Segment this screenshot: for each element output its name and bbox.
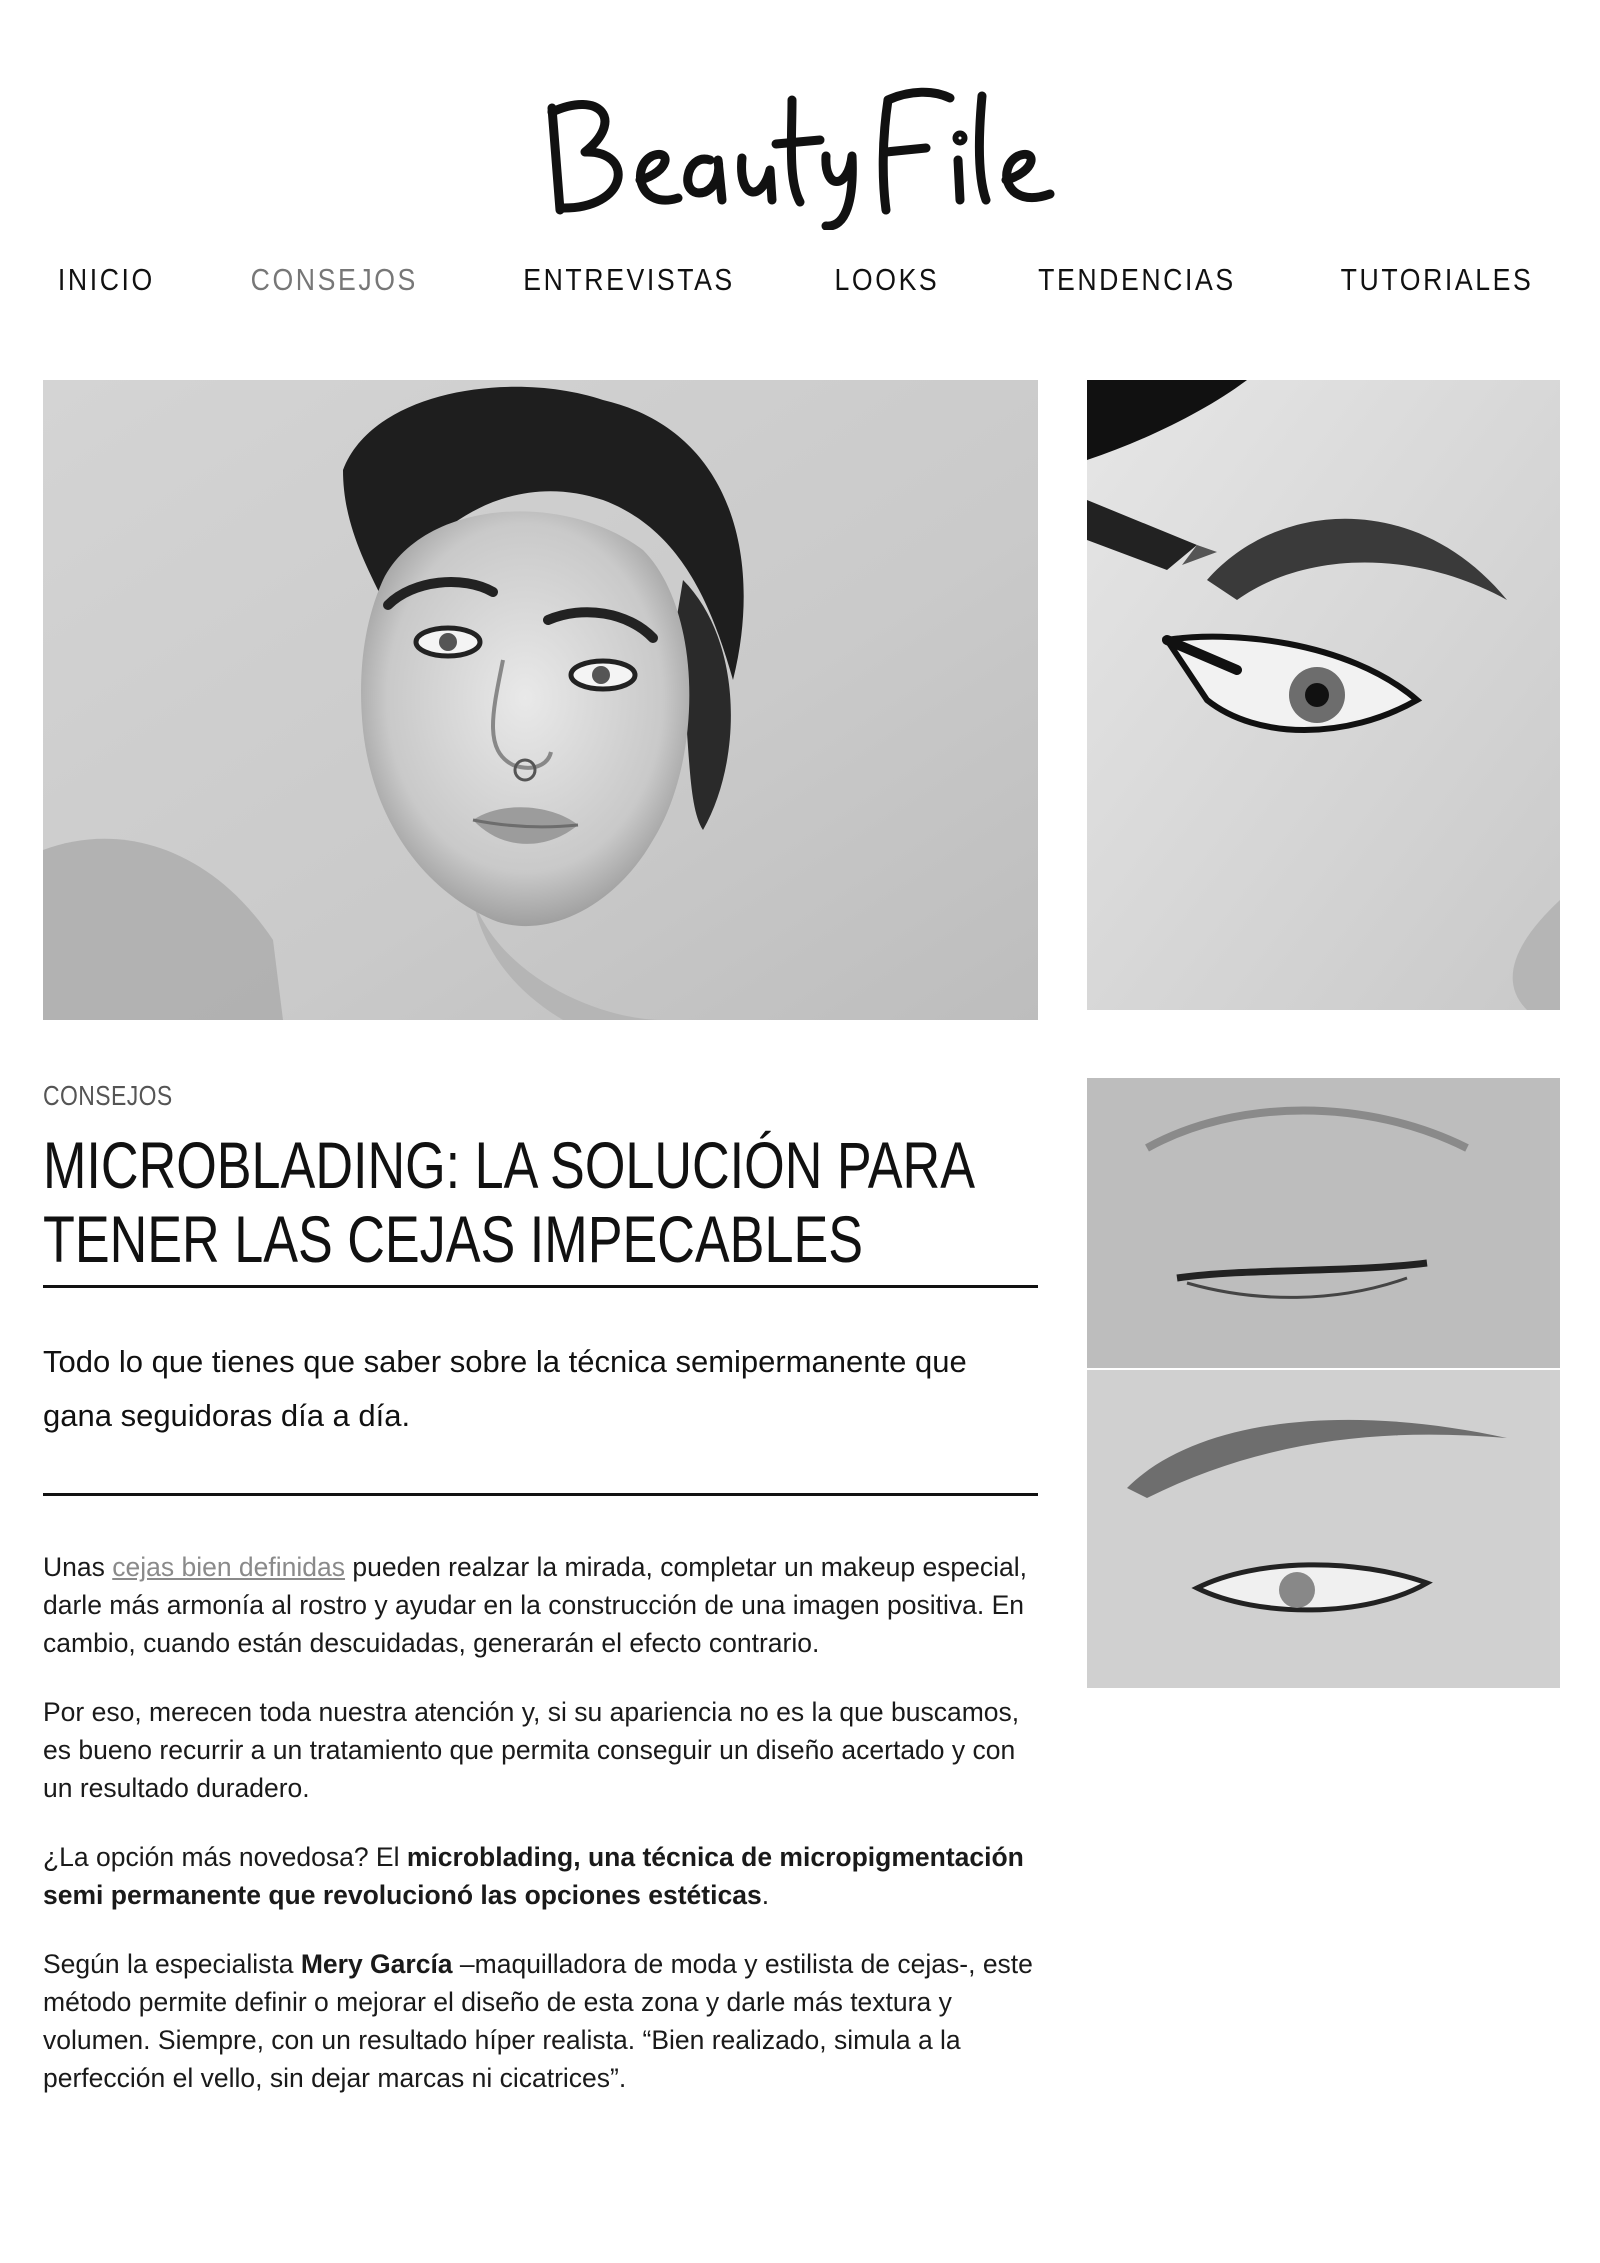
subtitle-divider — [43, 1493, 1038, 1496]
p4-text-start: Según la especialista — [43, 1949, 301, 1979]
title-line-2: TENER LAS CEJAS IMPECABLES — [43, 1202, 864, 1276]
article-category[interactable]: CONSEJOS — [43, 1080, 173, 1112]
p1-text-start: Unas — [43, 1552, 113, 1582]
article-body: Unas cejas bien definidas pueden realzar… — [43, 1548, 1043, 2128]
eyeliner-eyebrow-image — [1087, 380, 1560, 1010]
main-nav: INICIO CONSEJOS ENTREVISTAS LOOKS TENDEN… — [0, 262, 1600, 298]
p4-bold-name: Mery García — [300, 1949, 453, 1979]
p3-bold-microblading: microblading — [406, 1842, 574, 1872]
nav-item-tutoriales[interactable]: TUTORIALES — [1341, 262, 1534, 298]
site-logo[interactable] — [0, 60, 1600, 230]
cejas-link[interactable]: cejas bien definidas — [112, 1552, 345, 1582]
paragraph-1: Unas cejas bien definidas pueden realzar… — [43, 1548, 1043, 1662]
nav-item-consejos[interactable]: CONSEJOS — [251, 262, 418, 298]
nav-item-looks[interactable]: LOOKS — [834, 262, 939, 298]
p3-bold-sep: , — [573, 1842, 588, 1872]
paragraph-3: ¿La opción más novedosa? El microblading… — [43, 1838, 1043, 1914]
title-line-1: MICROBLADING: LA SOLUCIÓN PARA — [43, 1128, 975, 1202]
paragraph-2: Por eso, merecen toda nuestra atención y… — [43, 1697, 1020, 1803]
article-subtitle: Todo lo que tienes que saber sobre la té… — [43, 1344, 967, 1433]
nav-item-entrevistas[interactable]: ENTREVISTAS — [523, 262, 735, 298]
microblading-before-after-image — [1087, 1078, 1560, 1688]
hero-portrait-image — [43, 380, 1038, 1020]
beautyfile-logo-icon — [547, 87, 1055, 230]
nav-item-tendencias[interactable]: TENDENCIAS — [1038, 262, 1236, 298]
title-divider — [43, 1285, 1038, 1288]
article-title: MICROBLADING: LA SOLUCIÓN PARA TENER LAS… — [43, 1128, 975, 1276]
nav-item-inicio[interactable]: INICIO — [58, 262, 155, 298]
paragraph-4: Según la especialista Mery García –maqui… — [43, 1945, 1043, 2097]
p3-text-end: . — [761, 1880, 770, 1910]
p3-text-start: ¿La opción más novedosa? El — [43, 1842, 407, 1872]
